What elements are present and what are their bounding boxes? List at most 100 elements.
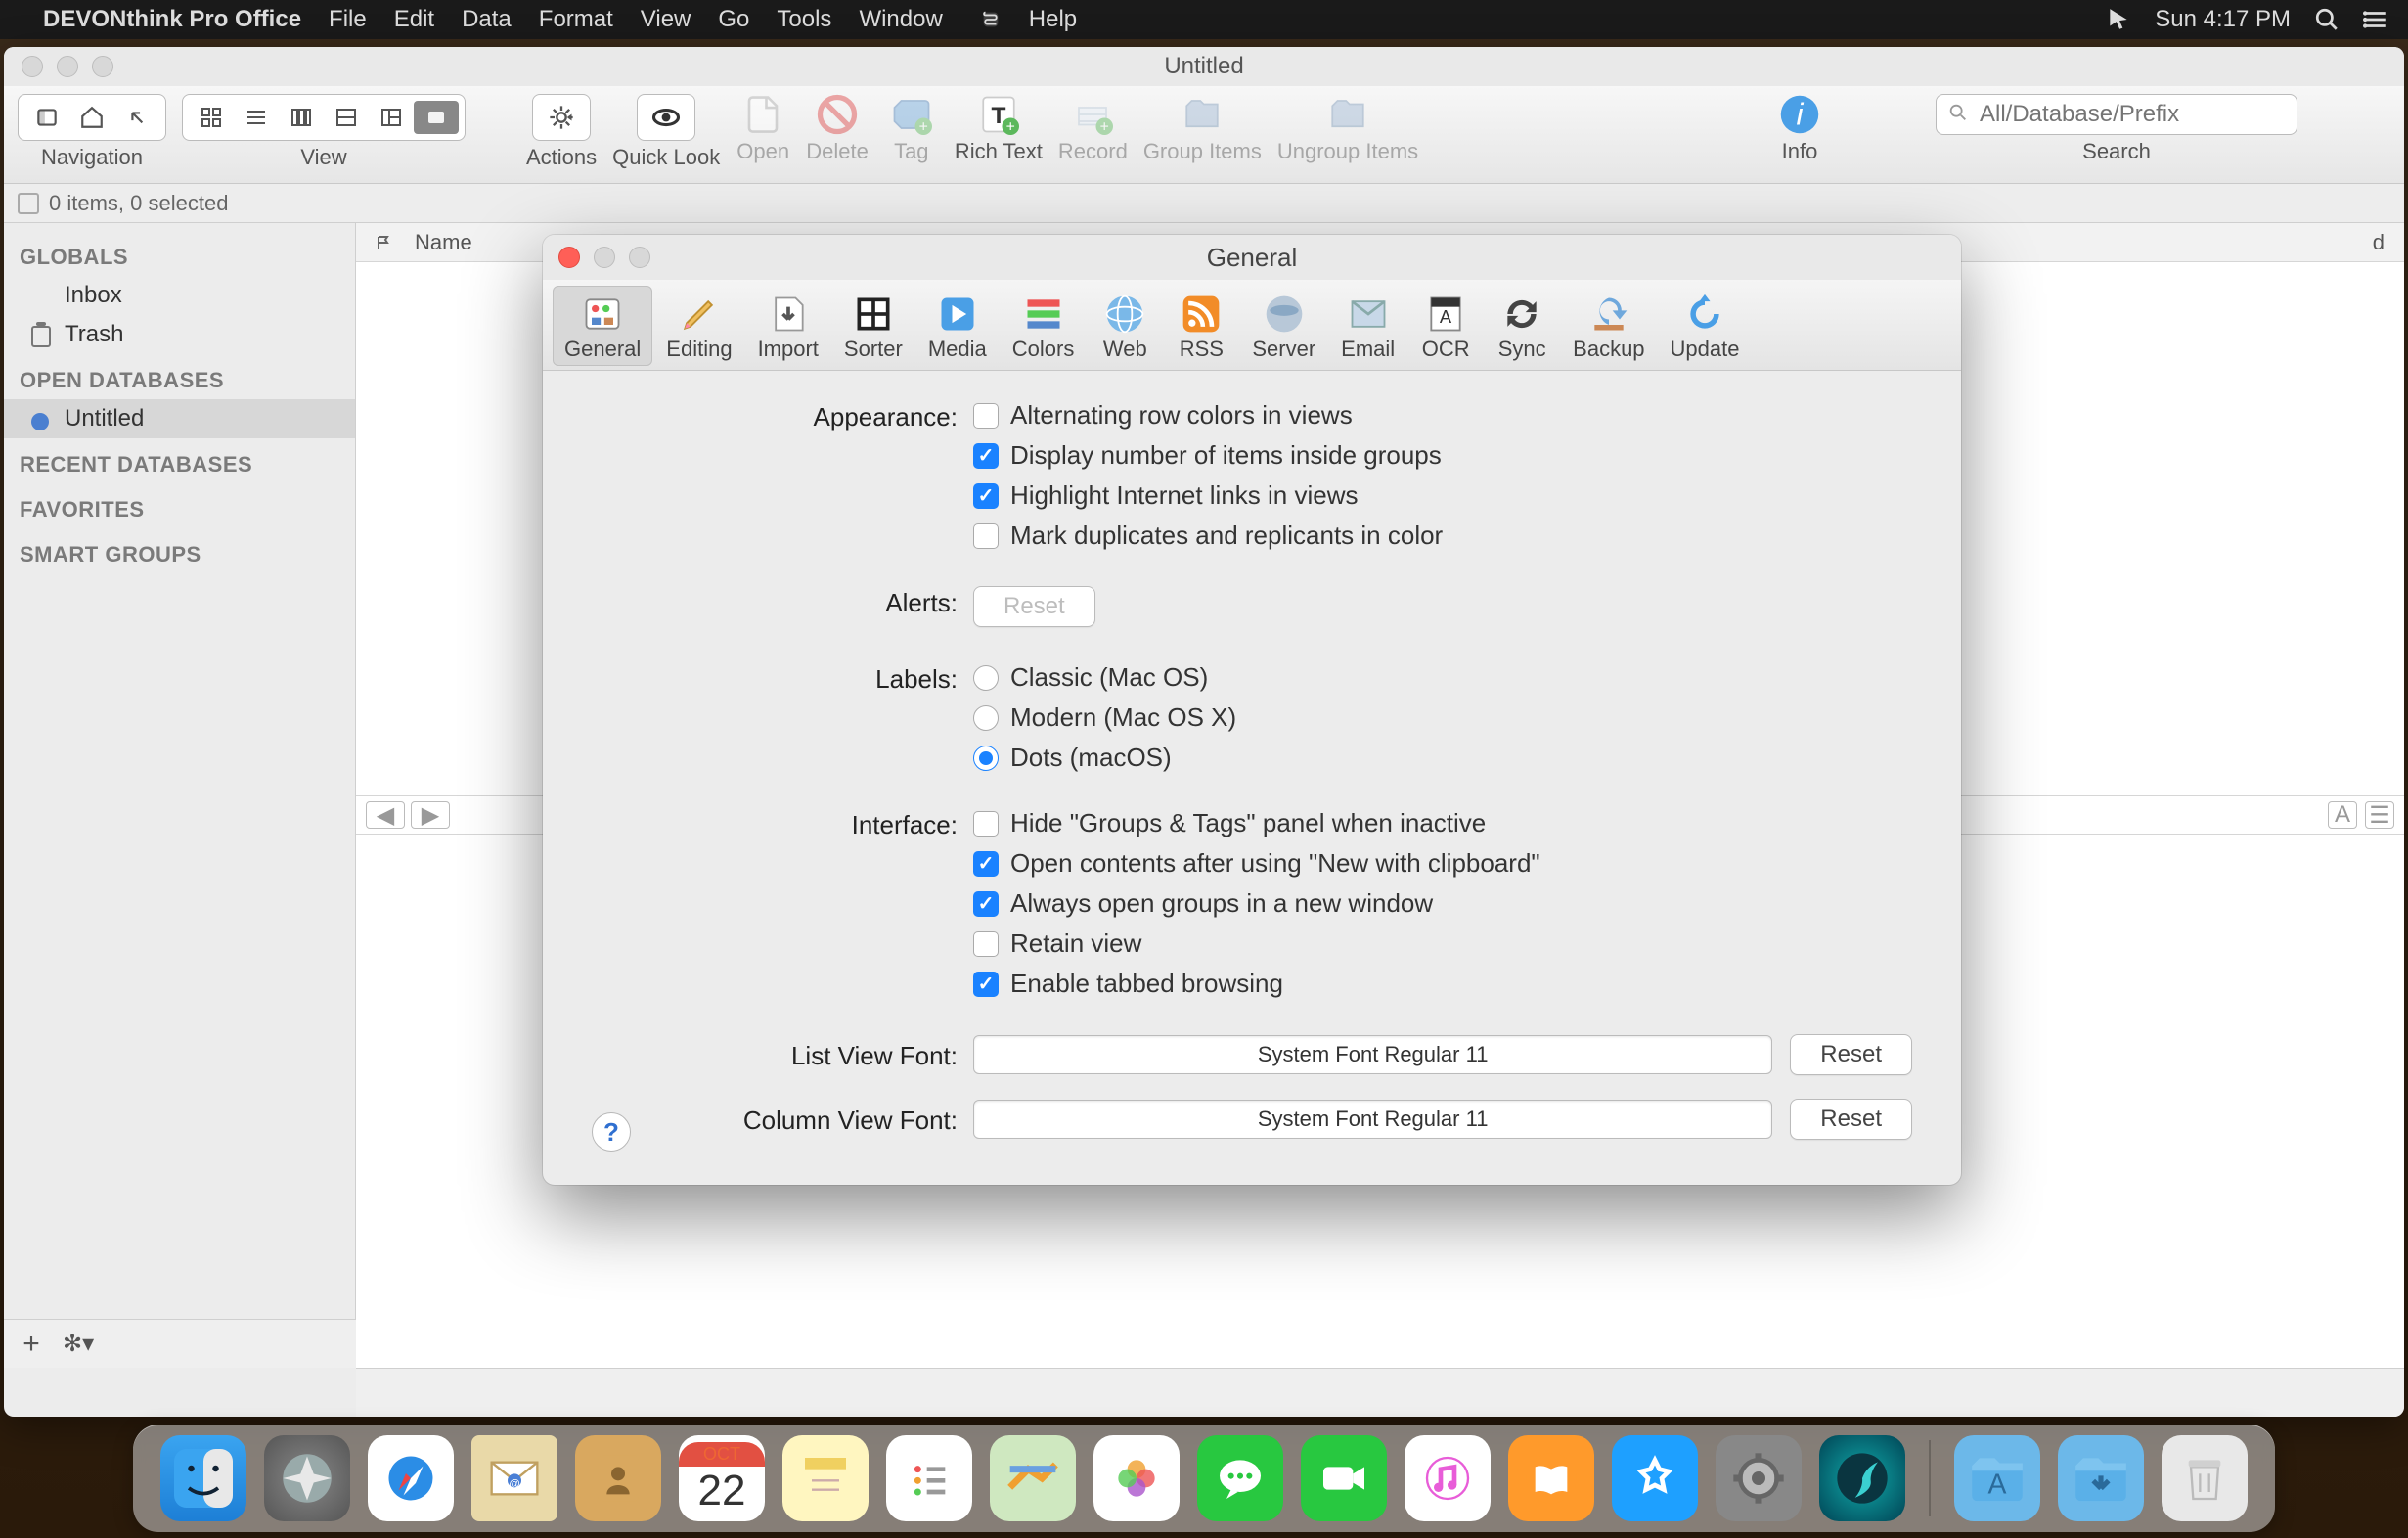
alerts-reset-button[interactable]: Reset (973, 586, 1095, 627)
column-view-font-reset-button[interactable]: Reset (1790, 1099, 1912, 1140)
prefs-tab-import[interactable]: Import (746, 286, 830, 366)
prefs-tab-web[interactable]: Web (1088, 286, 1162, 366)
nav-up-icon[interactable] (114, 101, 159, 134)
dock-app-launchpad[interactable] (264, 1435, 350, 1521)
dock-app-calendar[interactable]: OCT22 (679, 1435, 765, 1521)
prefs-tab-media[interactable]: Media (916, 286, 999, 366)
app-name[interactable]: DEVONthink Pro Office (43, 6, 301, 33)
prefs-tab-ocr[interactable]: AOCR (1408, 286, 1483, 366)
menu-file[interactable]: File (329, 6, 367, 33)
prefs-tab-general[interactable]: General (553, 286, 652, 366)
radio-dots[interactable]: Dots (macOS) (973, 743, 1912, 773)
sidebar-item-untitled-db[interactable]: Untitled (4, 399, 355, 438)
notification-center-icon[interactable] (2363, 7, 2388, 32)
menu-format[interactable]: Format (539, 6, 613, 33)
menu-view[interactable]: View (641, 6, 691, 33)
dock-app-safari[interactable] (368, 1435, 454, 1521)
quicklook-button[interactable] (637, 94, 695, 141)
chk-hide-groups[interactable]: Hide "Groups & Tags" panel when inactive (973, 808, 1912, 838)
view-coverflow-icon[interactable] (414, 101, 459, 134)
spotlight-icon[interactable] (2314, 7, 2340, 32)
prefs-tab-sync[interactable]: Sync (1485, 286, 1559, 366)
menubar-clock[interactable]: Sun 4:17 PM (2155, 6, 2291, 33)
dock-app-ibooks[interactable] (1508, 1435, 1594, 1521)
view-icons-icon[interactable] (189, 101, 234, 134)
prefs-tab-sorter[interactable]: Sorter (832, 286, 914, 366)
view-three-icon[interactable] (369, 101, 414, 134)
dock-app-contacts[interactable] (575, 1435, 661, 1521)
script-menu-icon[interactable] (980, 9, 1002, 30)
actions-button[interactable] (532, 94, 591, 141)
radio-modern[interactable]: Modern (Mac OS X) (973, 702, 1912, 733)
sidebar-head-recentdb[interactable]: RECENT DATABASES (4, 438, 355, 483)
chk-tabbed-browsing[interactable]: Enable tabbed browsing (973, 969, 1912, 999)
view-split-icon[interactable] (324, 101, 369, 134)
sidebar-actions-button[interactable]: ✻▾ (63, 1330, 94, 1358)
prefs-tab-rss[interactable]: RSS (1164, 286, 1238, 366)
search-input[interactable] (1936, 94, 2297, 135)
menu-tools[interactable]: Tools (777, 6, 831, 33)
dock-app-finder[interactable] (160, 1435, 246, 1521)
view-columns-icon[interactable] (279, 101, 324, 134)
list-view-font-reset-button[interactable]: Reset (1790, 1034, 1912, 1075)
menu-help[interactable]: Help (1029, 6, 1077, 33)
dock-trash[interactable] (2162, 1435, 2248, 1521)
view-list-icon[interactable] (234, 101, 279, 134)
menu-go[interactable]: Go (718, 6, 749, 33)
list-view-font-field[interactable]: System Font Regular 11 (973, 1035, 1772, 1074)
sorter-icon (848, 292, 899, 337)
nav-prev-button[interactable]: ◀ (366, 801, 405, 829)
nav-next-button[interactable]: ▶ (411, 801, 450, 829)
dock-app-mail[interactable]: @ (471, 1435, 557, 1521)
prefs-tab-update[interactable]: Update (1659, 286, 1752, 366)
prefs-tab-backup[interactable]: Backup (1561, 286, 1656, 366)
nav-home-icon[interactable] (69, 101, 114, 134)
prefs-tab-editing[interactable]: Editing (654, 286, 743, 366)
sidebar-item-trash[interactable]: Trash (4, 315, 355, 354)
toolbar-richtext[interactable]: T+ Rich Text (955, 94, 1043, 164)
toolbar-tag-label: Tag (894, 139, 928, 164)
nav-panel-toggle[interactable]: ☰ (2365, 801, 2394, 829)
radio-classic[interactable]: Classic (Mac OS) (973, 662, 1912, 693)
column-name-header[interactable]: Name (415, 230, 472, 255)
menu-window[interactable]: Window (859, 6, 942, 33)
chk-alternating-rows[interactable]: Alternating row colors in views (973, 400, 1912, 430)
dock-app-devonthink[interactable] (1819, 1435, 1905, 1521)
prefs-tab-server[interactable]: Server (1240, 286, 1327, 366)
dock-app-maps[interactable] (990, 1435, 1076, 1521)
dock-app-facetime[interactable] (1301, 1435, 1387, 1521)
menu-edit[interactable]: Edit (394, 6, 434, 33)
dock-app-photos[interactable] (1093, 1435, 1180, 1521)
prefs-tab-colors[interactable]: Colors (1001, 286, 1087, 366)
dock-app-messages[interactable] (1197, 1435, 1283, 1521)
dock-app-reminders[interactable] (886, 1435, 972, 1521)
sidebar-head-globals[interactable]: GLOBALS (4, 231, 355, 276)
chk-always-new-window[interactable]: Always open groups in a new window (973, 888, 1912, 919)
prefs-tab-email[interactable]: Email (1329, 286, 1406, 366)
dock-folder-applications[interactable]: A (1954, 1435, 2040, 1521)
column-last-header[interactable]: d (2373, 230, 2404, 255)
chk-mark-duplicates[interactable]: Mark duplicates and replicants in color (973, 520, 1912, 551)
column-view-font-field[interactable]: System Font Regular 11 (973, 1100, 1772, 1139)
nav-text-smaller[interactable]: A (2328, 801, 2357, 829)
status-menu-cursor-icon[interactable] (2106, 7, 2131, 32)
sidebar-item-inbox[interactable]: Inbox (4, 276, 355, 315)
sidebar-head-opendb[interactable]: OPEN DATABASES (4, 354, 355, 399)
dock-app-appstore[interactable] (1612, 1435, 1698, 1521)
dock-app-notes[interactable] (782, 1435, 869, 1521)
sidebar-head-favorites[interactable]: FAVORITES (4, 483, 355, 528)
flag-column-icon[interactable] (376, 235, 391, 250)
help-button[interactable]: ? (592, 1112, 631, 1152)
chk-open-clipboard[interactable]: Open contents after using "New with clip… (973, 848, 1912, 879)
dock-app-system-preferences[interactable] (1716, 1435, 1802, 1521)
chk-display-number[interactable]: Display number of items inside groups (973, 440, 1912, 471)
dock-app-itunes[interactable] (1405, 1435, 1491, 1521)
sidebar-head-smartgroups[interactable]: SMART GROUPS (4, 528, 355, 573)
dock-folder-downloads[interactable] (2058, 1435, 2144, 1521)
sidebar-add-button[interactable]: + (14, 1328, 49, 1361)
toolbar-info[interactable]: i Info (1772, 94, 1827, 164)
menu-data[interactable]: Data (462, 6, 512, 33)
chk-retain-view[interactable]: Retain view (973, 928, 1912, 959)
chk-highlight-links[interactable]: Highlight Internet links in views (973, 480, 1912, 511)
nav-back-icon[interactable] (24, 101, 69, 134)
